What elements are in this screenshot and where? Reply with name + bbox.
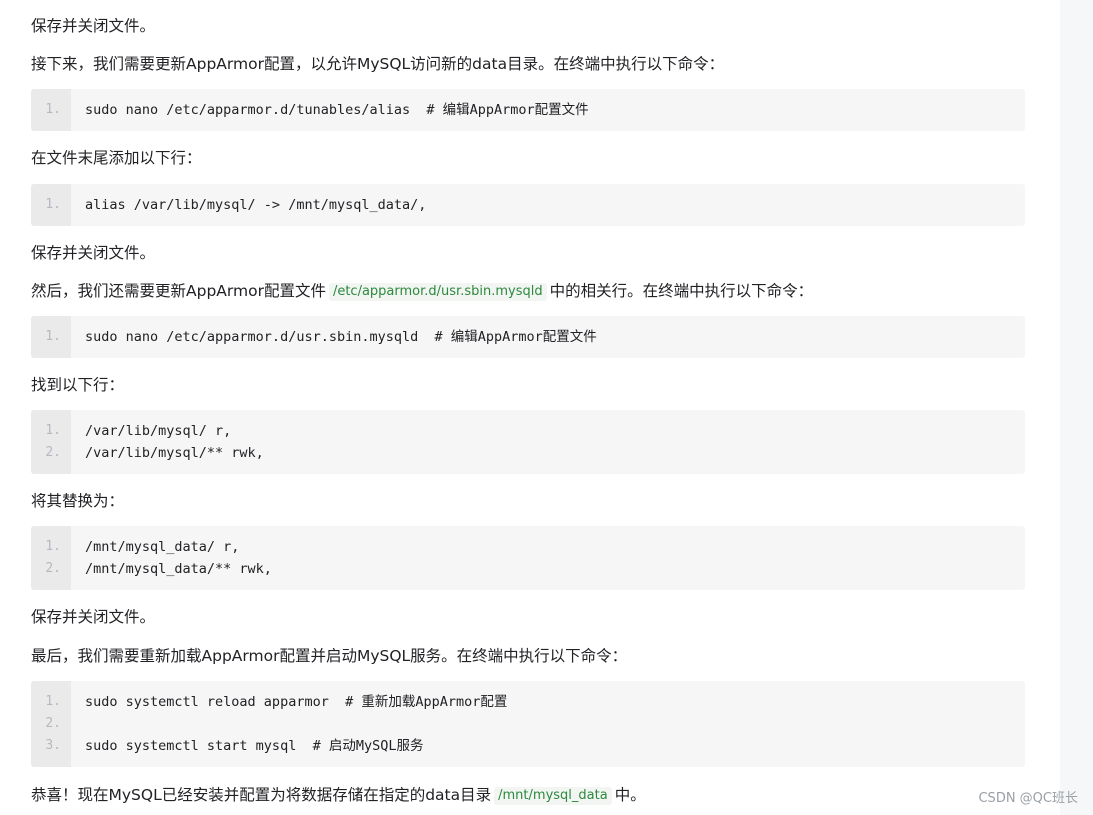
paragraph: 恭喜！现在MySQL已经安装并配置为将数据存储在指定的data目录/mnt/my… xyxy=(31,783,646,807)
code-line: 1. sudo nano /etc/apparmor.d/usr.sbin.my… xyxy=(31,326,1025,348)
paragraph: 将其替换为： xyxy=(31,492,125,510)
paragraph: 保存并关闭文件。 xyxy=(31,608,156,626)
code-block[interactable]: 1. /mnt/mysql_data/ r, 2. /mnt/mysql_dat… xyxy=(31,526,1025,590)
code-block[interactable]: 1. sudo systemctl reload apparmor # 重新加载… xyxy=(31,681,1025,767)
code-line: 1. alias /var/lib/mysql/ -> /mnt/mysql_d… xyxy=(31,194,1025,216)
code-text[interactable]: alias /var/lib/mysql/ -> /mnt/mysql_data… xyxy=(85,194,426,216)
paragraph: 最后，我们需要重新加载AppArmor配置并启动MySQL服务。在终端中执行以下… xyxy=(31,647,628,665)
paragraph: 接下来，我们需要更新AppArmor配置，以允许MySQL访问新的data目录。… xyxy=(31,55,725,73)
line-number: 2. xyxy=(45,716,61,731)
code-line: 2. /mnt/mysql_data/** rwk, xyxy=(31,558,1025,580)
line-number: 1. xyxy=(45,539,61,554)
code-block[interactable]: 1. alias /var/lib/mysql/ -> /mnt/mysql_d… xyxy=(31,184,1025,226)
code-line: 1. sudo systemctl reload apparmor # 重新加载… xyxy=(31,691,1025,713)
paragraph: 在文件末尾添加以下行： xyxy=(31,149,202,167)
line-number: 1. xyxy=(45,423,61,438)
paragraph: 然后，我们还需要更新AppArmor配置文件/etc/apparmor.d/us… xyxy=(31,279,813,303)
article-body: 保存并关闭文件。 接下来，我们需要更新AppArmor配置，以允许MySQL访问… xyxy=(0,0,1060,815)
code-text[interactable]: /mnt/mysql_data/** rwk, xyxy=(85,558,272,580)
line-number: 2. xyxy=(45,445,61,460)
line-number: 1. xyxy=(45,197,61,212)
inline-code: /etc/apparmor.d/usr.sbin.mysqld xyxy=(328,283,547,301)
code-text[interactable]: /var/lib/mysql/** rwk, xyxy=(85,442,264,464)
code-line: 2. xyxy=(31,713,1025,735)
paragraph: 找到以下行： xyxy=(31,376,125,394)
paragraph-text: 然后，我们还需要更新AppArmor配置文件 xyxy=(31,282,326,300)
paragraph-text: 中。 xyxy=(614,786,646,804)
code-text[interactable]: /var/lib/mysql/ r, xyxy=(85,420,231,442)
watermark: CSDN @QC班长 xyxy=(978,791,1078,806)
code-text[interactable]: /mnt/mysql_data/ r, xyxy=(85,536,239,558)
code-block[interactable]: 1. /var/lib/mysql/ r, 2. /var/lib/mysql/… xyxy=(31,410,1025,474)
paragraph-text: 中的相关行。在终端中执行以下命令： xyxy=(549,282,814,300)
code-text[interactable]: sudo systemctl reload apparmor # 重新加载App… xyxy=(85,691,507,713)
code-text[interactable]: sudo nano /etc/apparmor.d/usr.sbin.mysql… xyxy=(85,326,597,348)
inline-code: /mnt/mysql_data xyxy=(494,787,612,805)
line-number: 3. xyxy=(45,738,61,753)
code-line: 3. sudo systemctl start mysql # 启动MySQL服… xyxy=(31,735,1025,757)
code-text[interactable]: sudo systemctl start mysql # 启动MySQL服务 xyxy=(85,735,423,757)
code-line: 1. /var/lib/mysql/ r, xyxy=(31,420,1025,442)
paragraph: 保存并关闭文件。 xyxy=(31,244,156,262)
code-line: 1. sudo nano /etc/apparmor.d/tunables/al… xyxy=(31,99,1025,121)
code-text[interactable]: sudo nano /etc/apparmor.d/tunables/alias… xyxy=(85,99,589,121)
code-block[interactable]: 1. sudo nano /etc/apparmor.d/tunables/al… xyxy=(31,89,1025,131)
paragraph-text: 恭喜！现在MySQL已经安装并配置为将数据存储在指定的data目录 xyxy=(31,786,492,804)
code-line: 1. /mnt/mysql_data/ r, xyxy=(31,536,1025,558)
line-number: 1. xyxy=(45,102,61,117)
code-block[interactable]: 1. sudo nano /etc/apparmor.d/usr.sbin.my… xyxy=(31,316,1025,358)
code-line: 2. /var/lib/mysql/** rwk, xyxy=(31,442,1025,464)
line-number: 2. xyxy=(45,561,61,576)
line-number: 1. xyxy=(45,694,61,709)
line-number: 1. xyxy=(45,329,61,344)
right-sidebar xyxy=(1060,0,1093,815)
paragraph: 保存并关闭文件。 xyxy=(31,17,156,35)
